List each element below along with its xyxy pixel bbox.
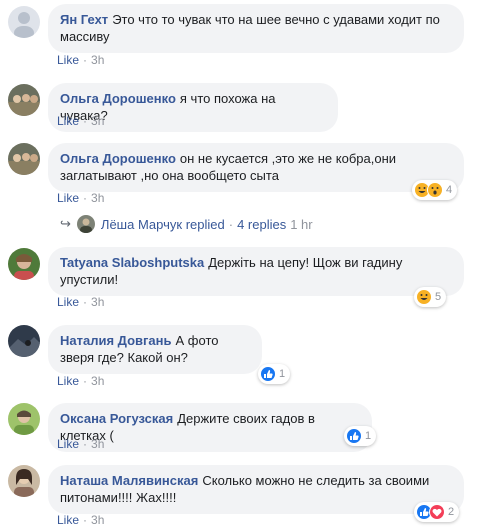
comment-meta: Like · 3h (57, 295, 105, 309)
comment-meta: Like · 3h (57, 191, 105, 205)
avatar[interactable] (8, 6, 40, 38)
avatar[interactable] (8, 248, 40, 280)
comment-text: Это что то чувак что на шее вечно с удав… (60, 12, 440, 44)
reaction-summary[interactable]: 2 (414, 502, 460, 522)
comment-author[interactable]: Наташа Малявинская (60, 473, 198, 488)
reaction-count: 1 (279, 368, 286, 380)
comment-author[interactable]: Ян Гехт (60, 12, 108, 27)
love-icon (429, 504, 445, 520)
comment-meta: Like · 3h (57, 437, 105, 451)
comment-bubble: Ольга Дорошенко он не кусается ,это же не… (48, 143, 464, 192)
comment-meta: Like · 3h (57, 513, 105, 527)
like-link[interactable]: Like (57, 374, 79, 388)
haha-icon (416, 289, 432, 305)
like-icon (260, 366, 276, 382)
avatar[interactable] (8, 143, 40, 175)
reaction-summary[interactable]: 1 (258, 364, 291, 384)
comment-author[interactable]: Наталия Довгань (60, 333, 172, 348)
reaction-count: 2 (448, 506, 455, 518)
comment-meta: Like · 3h (57, 374, 105, 388)
reaction-count: 4 (446, 184, 453, 196)
comment-bubble: Tatyana Slaboshputska Держіть на цепу! Що… (48, 247, 464, 296)
comment-author[interactable]: Ольга Дорошенко (60, 91, 176, 106)
comment-time[interactable]: 3h (91, 437, 104, 451)
comment-author[interactable]: Tatyana Slaboshputska (60, 255, 204, 270)
avatar (76, 215, 95, 233)
comment-bubble: Наташа Малявинская Сколько можно не следи… (48, 465, 464, 514)
like-link[interactable]: Like (57, 295, 79, 309)
reaction-count: 5 (435, 291, 442, 303)
wow-icon (427, 182, 443, 198)
reaction-summary[interactable]: 4 (412, 180, 458, 200)
avatar[interactable] (8, 325, 40, 357)
comment-bubble: Наталия Довгань А фото зверя где? Какой о… (48, 325, 262, 374)
comment-time[interactable]: 3h (91, 513, 104, 527)
comment-author[interactable]: Оксана Рогузская (60, 411, 173, 426)
like-link[interactable]: Like (57, 191, 79, 205)
reply-action: replied (185, 216, 225, 232)
reply-time: 1 hr (290, 216, 313, 232)
reply-arrow-icon: ↪ (60, 216, 71, 231)
avatar[interactable] (8, 465, 40, 497)
reply-count: 4 replies (237, 216, 287, 232)
comment-time[interactable]: 3h (91, 295, 104, 309)
reaction-summary[interactable]: 5 (414, 287, 447, 307)
avatar[interactable] (8, 84, 40, 116)
comment-meta: Like · 3h (57, 114, 105, 128)
like-link[interactable]: Like (57, 437, 79, 451)
view-replies-link[interactable]: ↪ Лёша Марчук replied · 4 replies 1 hr (60, 213, 313, 235)
like-link[interactable]: Like (57, 114, 79, 128)
reaction-summary[interactable]: 1 (344, 426, 377, 446)
comment-time[interactable]: 3h (91, 191, 104, 205)
comment-time[interactable]: 3h (91, 53, 104, 67)
comment-bubble: Ян Гехт Это что то чувак что на шее вечно… (48, 4, 464, 53)
like-icon (346, 428, 362, 444)
like-link[interactable]: Like (57, 513, 79, 527)
comment-meta: Like · 3h (57, 53, 105, 67)
comment-time[interactable]: 3h (91, 114, 104, 128)
comment-time[interactable]: 3h (91, 374, 104, 388)
reply-author: Лёша Марчук (100, 216, 183, 232)
reaction-count: 1 (365, 430, 372, 442)
comment-author[interactable]: Ольга Дорошенко (60, 151, 176, 166)
like-link[interactable]: Like (57, 53, 79, 67)
avatar[interactable] (8, 403, 40, 435)
